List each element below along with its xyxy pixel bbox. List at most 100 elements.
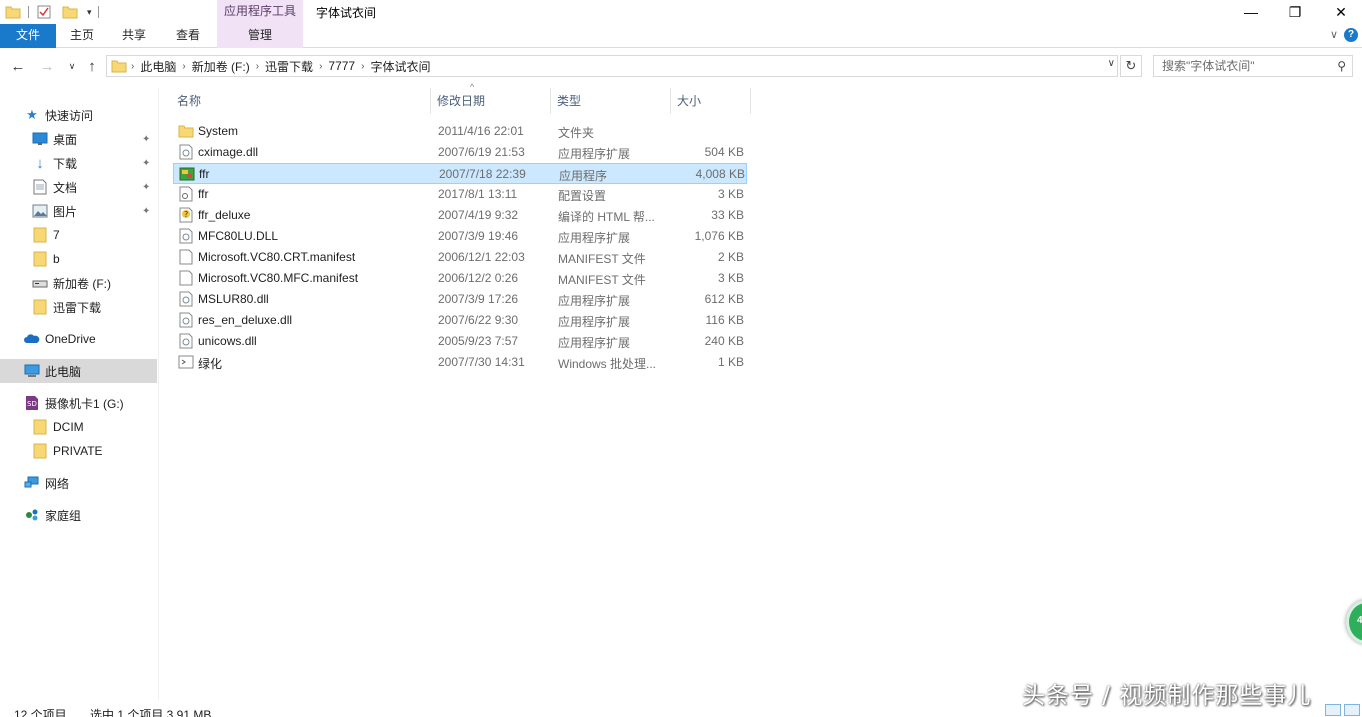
file-row[interactable]: unicows.dll 2005/9/23 7:57 应用程序扩展 240 KB (173, 331, 747, 352)
sidebar-item-label: 快速访问 (45, 108, 94, 123)
svg-text:SD: SD (27, 400, 37, 408)
file-type: 应用程序扩展 (558, 315, 631, 329)
forward-button[interactable]: → (37, 55, 57, 77)
sidebar-item-sd-card[interactable]: SD 摄像机卡1 (G:) (0, 391, 157, 415)
sidebar-item-this-pc[interactable]: 此电脑 (0, 359, 157, 383)
file-icon (178, 270, 194, 286)
file-date: 2007/3/9 19:46 (438, 229, 519, 243)
sidebar-item-network[interactable]: 网络 (0, 471, 157, 495)
window-title: 字体试衣间 (316, 6, 377, 20)
dll-icon (178, 228, 194, 244)
breadcrumb-xunlei-downloads[interactable]: 迅雷下载 (259, 58, 319, 75)
network-icon (24, 475, 40, 491)
sidebar-item-desktop[interactable]: 桌面 ✦ (0, 127, 157, 151)
refresh-button[interactable]: ↻ (1120, 55, 1142, 77)
selection-info: 选中 1 个项目 3.91 MB (90, 708, 212, 717)
file-row[interactable]: ffr 2007/7/18 22:39 应用程序 4,008 KB (173, 163, 747, 184)
sidebar-item-b[interactable]: b (0, 247, 157, 271)
toolbar-divider (28, 6, 29, 18)
sidebar-item-quick-access[interactable]: ★ 快速访问 (0, 103, 157, 127)
search-box[interactable]: ⚲ (1153, 55, 1353, 77)
pin-icon[interactable]: ✦ (142, 182, 150, 193)
item-count: 12 个项目 (14, 708, 67, 717)
folder-icon (32, 443, 48, 459)
tab-home[interactable]: 主页 (58, 24, 106, 48)
file-row[interactable]: Microsoft.VC80.CRT.manifest 2006/12/1 22:… (173, 247, 747, 268)
tab-share[interactable]: 共享 (110, 24, 158, 48)
sidebar-item-downloads[interactable]: ↓ 下载 ✦ (0, 151, 157, 175)
dll-icon (178, 312, 194, 328)
properties-icon[interactable] (36, 4, 52, 20)
breadcrumb-current-folder[interactable]: 字体试衣间 (364, 58, 436, 75)
column-header-name[interactable]: 名称 (173, 88, 431, 114)
contextual-group-label: 应用程序工具 (223, 4, 296, 18)
sidebar-item-drive-f[interactable]: 新加卷 (F:) (0, 271, 157, 295)
ribbon-expand-icon[interactable]: ∨ (1330, 28, 1338, 41)
sidebar-item-pictures[interactable]: 图片 ✦ (0, 199, 157, 223)
tab-view[interactable]: 查看 (164, 24, 212, 48)
recent-locations-button[interactable]: ∨ (62, 55, 82, 77)
address-dropdown-icon[interactable]: ∨ (1108, 58, 1115, 69)
sidebar-item-label: 下载 (53, 156, 78, 171)
breadcrumb-7777[interactable]: 7777 (322, 59, 361, 73)
file-size: 1 KB (717, 355, 744, 369)
pin-icon[interactable]: ✦ (142, 134, 150, 145)
folder-icon (32, 299, 48, 315)
details-view-button[interactable] (1325, 704, 1341, 716)
config-icon (178, 186, 194, 202)
file-row[interactable]: 绿化 2007/7/30 14:31 Windows 批处理... 1 KB (173, 352, 747, 373)
minimize-button[interactable]: — (1228, 0, 1274, 24)
back-button[interactable]: ← (8, 55, 28, 77)
ribbon-tabs: 文件 主页 共享 查看 管理 ∨ ? (0, 24, 1362, 48)
column-header-size[interactable]: 大小 (673, 88, 751, 114)
maximize-button[interactable]: ❐ (1272, 0, 1318, 24)
file-row[interactable]: res_en_deluxe.dll 2007/6/22 9:30 应用程序扩展 116… (173, 310, 747, 331)
sidebar-item-homegroup[interactable]: 家庭组 (0, 503, 157, 527)
dll-icon (178, 333, 194, 349)
sidebar-item-dcim[interactable]: DCIM (0, 415, 157, 439)
sidebar-item-label: b (53, 252, 60, 266)
file-row[interactable]: System 2011/4/16 22:01 文件夹 (173, 121, 747, 142)
column-header-date[interactable]: 修改日期 (433, 88, 551, 114)
sidebar-item-documents[interactable]: 文档 ✦ (0, 175, 157, 199)
breadcrumb-this-pc[interactable]: 此电脑 (134, 58, 182, 75)
up-button[interactable]: ↑ (82, 55, 102, 77)
file-row[interactable]: MSLUR80.dll 2007/3/9 17:26 应用程序扩展 612 KB (173, 289, 747, 310)
download-icon: ↓ (36, 154, 44, 172)
search-input[interactable] (1154, 56, 1329, 76)
tab-file[interactable]: 文件 (0, 24, 56, 48)
file-row[interactable]: cximage.dll 2007/6/19 21:53 应用程序扩展 504 KB (173, 142, 747, 163)
address-bar[interactable]: › 此电脑 › 新加卷 (F:) › 迅雷下载 › 7777 › 字体试衣间 ∨ (106, 55, 1118, 77)
file-size: 3 KB (717, 271, 744, 285)
close-button[interactable]: ✕ (1318, 0, 1362, 24)
sidebar-item-xunlei-downloads[interactable]: 迅雷下载 (0, 295, 157, 319)
sidebar-item-private[interactable]: PRIVATE (0, 439, 157, 463)
large-icons-view-button[interactable] (1344, 704, 1360, 716)
pin-icon[interactable]: ✦ (142, 206, 150, 217)
help-icon[interactable]: ? (1344, 28, 1358, 42)
file-row[interactable]: MFC80LU.DLL 2007/3/9 19:46 应用程序扩展 1,076 KB (173, 226, 747, 247)
navigation-pane: ★ 快速访问 桌面 ✦ ↓ 下载 ✦ 文档 ✦ 图片 ✦ 7 b 新加卷 (F:… (0, 88, 157, 700)
folder-icon (32, 251, 48, 267)
file-row[interactable]: ffr 2017/8/1 13:11 配置设置 3 KB (173, 184, 747, 205)
file-name: Microsoft.VC80.CRT.manifest (198, 250, 356, 264)
file-type: 应用程序扩展 (558, 294, 631, 308)
search-icon[interactable]: ⚲ (1337, 59, 1346, 73)
file-row[interactable]: ? ffr_deluxe 2007/4/19 9:32 编译的 HTML 帮... 33… (173, 205, 747, 226)
pin-icon[interactable]: ✦ (142, 158, 150, 169)
file-type: 配置设置 (558, 189, 607, 203)
column-header-type[interactable]: 类型 (553, 88, 671, 114)
file-size: 116 KB (705, 313, 744, 327)
file-type: 应用程序扩展 (558, 336, 631, 350)
qat-dropdown-icon[interactable]: ▾ (87, 7, 92, 18)
sidebar-item-onedrive[interactable]: OneDrive (0, 327, 157, 351)
file-name: MFC80LU.DLL (198, 229, 279, 243)
tab-manage[interactable]: 管理 (217, 24, 303, 48)
new-folder-icon[interactable] (62, 4, 78, 20)
sd-card-icon: SD (24, 395, 40, 411)
breadcrumb-drive-f[interactable]: 新加卷 (F:) (186, 58, 256, 75)
floating-speed-ball[interactable]: 42 (1346, 600, 1362, 644)
file-date: 2007/7/18 22:39 (439, 167, 526, 181)
sidebar-item-7[interactable]: 7 (0, 223, 157, 247)
file-row[interactable]: Microsoft.VC80.MFC.manifest 2006/12/2 0:2… (173, 268, 747, 289)
